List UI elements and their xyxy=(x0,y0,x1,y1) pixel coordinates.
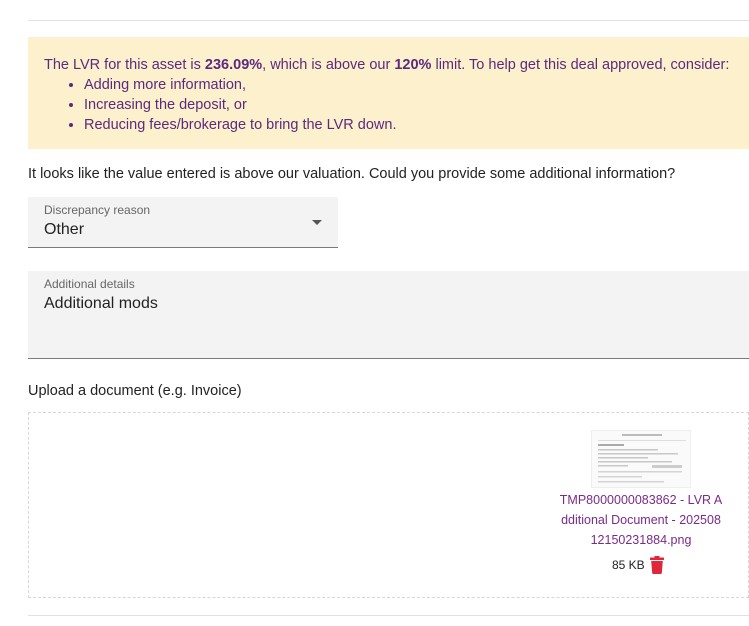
discrepancy-reason-value: Other xyxy=(44,221,85,238)
uploaded-file-size: 85 KB xyxy=(612,558,645,572)
additional-details-field[interactable]: Additional details Additional mods xyxy=(28,271,749,359)
lvr-value: 236.09% xyxy=(204,57,263,73)
top-divider xyxy=(28,20,749,21)
lvr-limit-value: 120% xyxy=(394,57,432,73)
discrepancy-reason-select[interactable]: Discrepancy reason Other xyxy=(28,197,338,248)
additional-details-value: Additional mods xyxy=(44,295,158,312)
upload-dropzone[interactable]: TMP8000000083862 - LVR Additional Docume… xyxy=(28,412,749,598)
file-thumbnail[interactable] xyxy=(591,430,691,488)
lvr-warning-alert: The LVR for this asset is 236.09%, which… xyxy=(28,37,749,149)
caret-down-icon xyxy=(312,220,322,225)
alert-message: The LVR for this asset is 236.09%, which… xyxy=(44,55,749,75)
additional-details-label: Additional details xyxy=(44,277,135,291)
suggestion-item: Increasing the deposit, or xyxy=(84,95,749,115)
suggestion-item: Adding more information, xyxy=(84,75,749,95)
discrepancy-reason-label: Discrepancy reason xyxy=(44,203,151,217)
suggestion-item: Reducing fees/brokerage to bring the LVR… xyxy=(84,115,749,135)
upload-label: Upload a document (e.g. Invoice) xyxy=(28,383,242,399)
alert-lead-text: The LVR for this asset is xyxy=(44,57,205,73)
alert-mid-text: , which is above our xyxy=(262,57,395,73)
alert-tail-text: limit. To help get this deal approved, c… xyxy=(431,57,730,73)
valuation-prompt: It looks like the value entered is above… xyxy=(28,166,676,182)
document-preview-image xyxy=(592,431,690,487)
trash-icon[interactable] xyxy=(650,556,664,574)
alert-suggestion-list: Adding more information, Increasing the … xyxy=(44,75,749,135)
bottom-divider xyxy=(28,615,749,616)
uploaded-file-name[interactable]: TMP8000000083862 - LVR Additional Docume… xyxy=(559,490,723,550)
